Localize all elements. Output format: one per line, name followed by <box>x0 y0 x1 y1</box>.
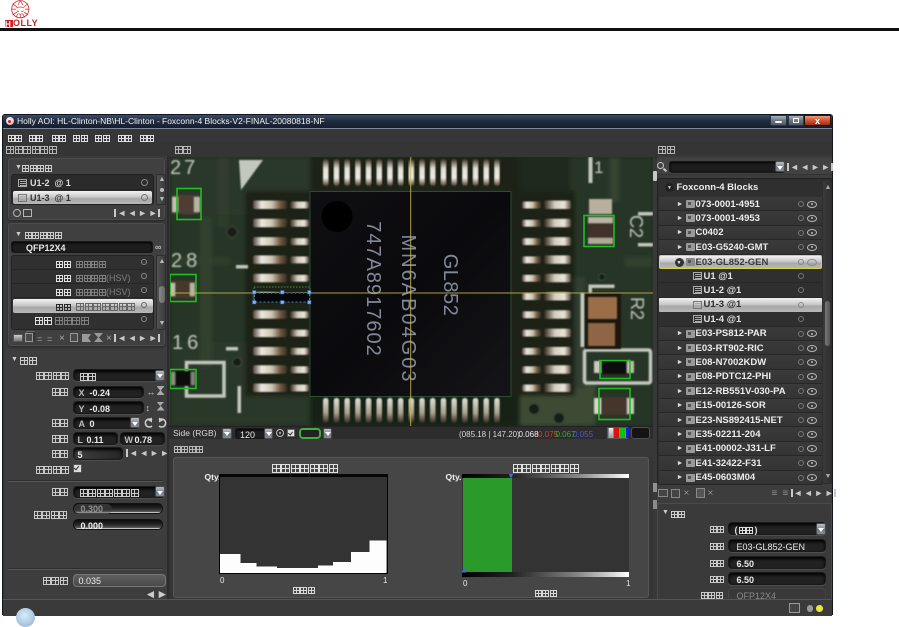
svg-text:MN6AB04G03: MN6AB04G03 <box>397 234 419 383</box>
svg-text:16: 16 <box>172 332 202 354</box>
svg-text:747A8917602: 747A8917602 <box>362 221 384 357</box>
svg-text:28: 28 <box>171 250 201 272</box>
svg-text:R2: R2 <box>627 297 647 320</box>
svg-text:27: 27 <box>170 157 198 179</box>
svg-text:1: 1 <box>594 158 603 177</box>
svg-text:GL852: GL852 <box>439 253 461 316</box>
svg-text:C2: C2 <box>626 215 646 238</box>
